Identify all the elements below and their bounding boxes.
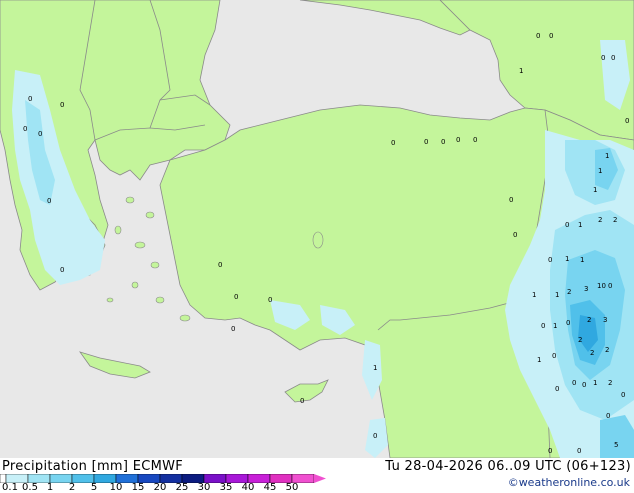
station-value: 0 — [28, 95, 32, 103]
legend-tick-label: 5 — [90, 482, 98, 493]
station-value: 2 — [567, 288, 571, 296]
station-value: 1 — [555, 291, 559, 299]
station-value: 0 — [391, 139, 395, 147]
station-value: 0 — [441, 138, 445, 146]
station-value: 0 — [456, 136, 460, 144]
station-value: 0 — [536, 32, 540, 40]
station-value: 5 — [614, 441, 618, 449]
station-value: 2 — [587, 316, 591, 324]
legend-tick-label: 30 — [197, 482, 211, 493]
legend-tick-label: 45 — [263, 482, 277, 493]
station-value: 2 — [598, 216, 602, 224]
station-value: 0 — [625, 117, 629, 125]
station-value: 1 — [605, 152, 609, 160]
station-value: 0 — [611, 54, 615, 62]
station-value: 0 — [577, 447, 581, 455]
station-value: 0 — [621, 391, 625, 399]
station-value: 2 — [605, 346, 609, 354]
station-value: 1 — [580, 256, 584, 264]
station-value: 0 — [231, 325, 235, 333]
legend-tick-label: 2 — [68, 482, 76, 493]
station-value: 0 — [300, 397, 304, 405]
station-value: 0 — [566, 319, 570, 327]
station-value: 0 — [47, 197, 51, 205]
station-value: 0 — [582, 381, 586, 389]
station-value: 0 — [513, 231, 517, 239]
station-value: 1 — [537, 356, 541, 364]
station-value: 1 — [373, 364, 377, 372]
station-value: 1 — [519, 67, 523, 75]
station-value: 0 — [234, 293, 238, 301]
station-value: 1 — [578, 221, 582, 229]
legend-arrow — [314, 474, 326, 483]
station-value: 0 — [268, 296, 272, 304]
station-value: 1 — [553, 322, 557, 330]
station-value: 10 — [597, 282, 606, 290]
station-value: 2 — [578, 336, 582, 344]
station-value: 0 — [548, 447, 552, 455]
legend-tick-label: 1 — [46, 482, 54, 493]
station-value: 0 — [23, 125, 27, 133]
copyright-credit[interactable]: ©weatheronline.co.uk — [508, 476, 630, 489]
valid-time: Tu 28-04-2026 06..09 UTC (06+123) — [385, 459, 631, 474]
station-value: 0 — [60, 266, 64, 274]
legend-tick-label: 40 — [241, 482, 255, 493]
legend-tick-label: 25 — [175, 482, 189, 493]
station-value: 1 — [598, 167, 602, 175]
model-label: ECMWF — [132, 459, 184, 474]
station-value: 2 — [590, 349, 594, 357]
precipitation-map: 0 0 1 0 0 0 0 0 0 0 0 0 0 0 0 0 0 0 0 0 … — [0, 0, 634, 458]
station-value: 0 — [549, 32, 553, 40]
station-value: 0 — [509, 196, 513, 204]
station-value: 0 — [552, 352, 556, 360]
station-value: 0 — [541, 322, 545, 330]
station-value: 0 — [473, 136, 477, 144]
product-title: Precipitation [mm] ECMWF — [2, 459, 183, 474]
station-value: 3 — [584, 285, 588, 293]
station-value: 0 — [565, 221, 569, 229]
legend-tick-label: 50 — [285, 482, 299, 493]
legend-tick-label: 15 — [131, 482, 145, 493]
station-value: 2 — [613, 216, 617, 224]
product-label: Precipitation [mm] — [2, 459, 129, 474]
station-value: 0 — [218, 261, 222, 269]
station-value: 1 — [565, 255, 569, 263]
legend-tick-label: 20 — [153, 482, 167, 493]
station-value: 3 — [603, 316, 607, 324]
station-value: 2 — [608, 379, 612, 387]
station-value: 0 — [548, 256, 552, 264]
station-value: 0 — [555, 385, 559, 393]
station-value: 0 — [601, 54, 605, 62]
station-value: 1 — [593, 379, 597, 387]
station-value: 0 — [60, 101, 64, 109]
station-value: 0 — [606, 412, 610, 420]
station-value: 0 — [38, 130, 42, 138]
station-value: 1 — [593, 186, 597, 194]
station-value: 0 — [424, 138, 428, 146]
legend-tick-label: 0.1 — [2, 482, 18, 493]
legend-tick-label: 0.5 — [22, 482, 38, 493]
station-value: 0 — [608, 282, 612, 290]
legend-tick-label: 35 — [219, 482, 233, 493]
station-value: 1 — [532, 291, 536, 299]
legend-tick-label: 10 — [109, 482, 123, 493]
station-value: 0 — [373, 432, 377, 440]
station-value: 0 — [572, 379, 576, 387]
